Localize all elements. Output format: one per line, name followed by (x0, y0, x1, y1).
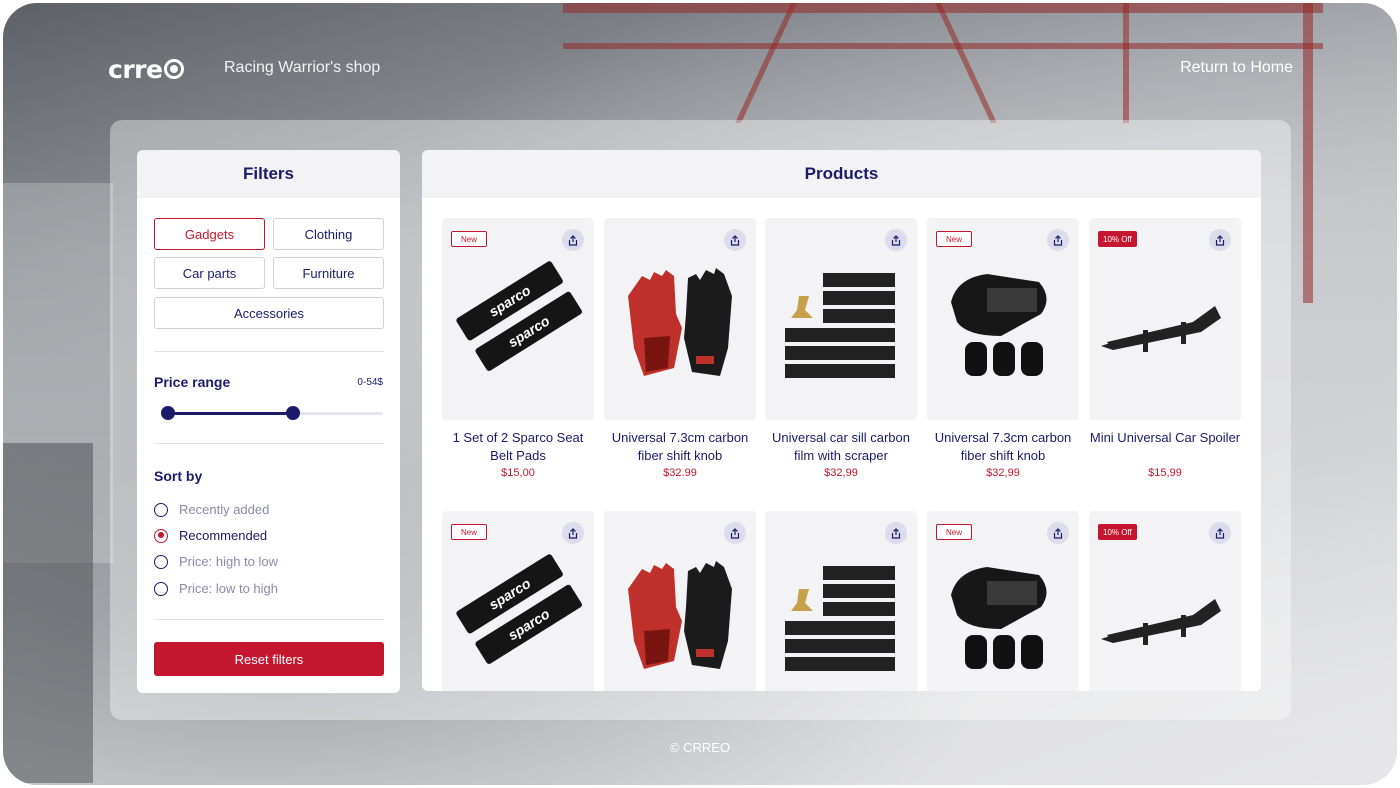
product-image[interactable] (604, 218, 756, 420)
divider (154, 351, 384, 352)
product-price: $32.99 (663, 467, 697, 479)
product-name[interactable]: Universal 7.3cm carbon fiber shift knob (927, 429, 1079, 465)
price-slider-max-handle[interactable] (285, 406, 300, 420)
share-icon[interactable] (885, 229, 907, 251)
reset-filters-button[interactable]: Reset filters (154, 642, 384, 676)
filters-panel: Filters Gadgets Clothing Car parts Furni… (137, 150, 400, 693)
category-gadgets-button[interactable]: Gadgets (154, 218, 265, 250)
top-bar: crre Racing Warrior's shop Return to Hom… (108, 55, 1293, 85)
products-title: Products (422, 150, 1261, 198)
product-image[interactable] (765, 511, 917, 691)
product-badge: 10% Off (1098, 231, 1137, 247)
share-icon[interactable] (724, 229, 746, 251)
product-card[interactable]: New Universal 7.3cm carbon fiber shift k… (927, 218, 1079, 479)
product-image[interactable]: sparco sparco New (442, 511, 594, 691)
category-clothing-button[interactable]: Clothing (273, 218, 384, 250)
product-name[interactable]: Universal 7.3cm carbon fiber shift knob (604, 429, 756, 465)
radio-button[interactable] (154, 528, 168, 543)
share-icon[interactable] (724, 522, 746, 544)
background-beam (1303, 3, 1313, 303)
product-price: $15,00 (501, 467, 535, 479)
product-image[interactable]: 10% Off (1089, 511, 1241, 691)
product-price: $32,99 (824, 467, 858, 479)
product-badge: 10% Off (1098, 524, 1137, 540)
background-shelf (3, 443, 93, 783)
price-range-label: Price range (154, 374, 231, 390)
product-badge: New (936, 524, 973, 540)
products-panel: Products sparco sparco New 1 Set of 2 Sp… (422, 150, 1261, 691)
share-icon[interactable] (1047, 229, 1069, 251)
product-price: $15,99 (1148, 467, 1182, 479)
product-name[interactable]: Universal car sill carbon film with scra… (765, 429, 917, 465)
sort-option-label: Price: high to low (179, 554, 278, 569)
share-icon[interactable] (562, 522, 584, 544)
product-card[interactable]: Universal 7.3cm carbon fiber shift knob … (604, 218, 756, 479)
product-card[interactable] (604, 511, 756, 691)
product-card[interactable]: sparco sparco New 1 Set of 2 Sparco Seat… (442, 218, 594, 479)
share-icon[interactable] (1209, 229, 1231, 251)
sort-option-recommended[interactable]: Recommended (154, 528, 267, 543)
product-image[interactable]: New (927, 511, 1079, 691)
product-price: $32,99 (986, 467, 1020, 479)
product-image[interactable] (765, 218, 917, 420)
product-card[interactable]: sparco sparco New (442, 511, 594, 691)
divider (154, 619, 384, 620)
product-card[interactable]: Universal car sill carbon film with scra… (765, 218, 917, 479)
sort-option-label: Recently added (179, 502, 270, 517)
sort-by-label: Sort by (154, 468, 203, 484)
product-badge: New (451, 524, 488, 540)
product-badge: New (451, 231, 488, 247)
radio-button[interactable] (154, 581, 168, 596)
sort-option-price-low-high[interactable]: Price: low to high (154, 581, 278, 596)
product-card[interactable]: New (927, 511, 1079, 691)
share-icon[interactable] (1209, 522, 1231, 544)
category-car-parts-button[interactable]: Car parts (154, 257, 265, 289)
product-badge: New (936, 231, 973, 247)
category-furniture-button[interactable]: Furniture (273, 257, 384, 289)
shop-title: Racing Warrior's shop (224, 59, 381, 76)
sort-option-label: Recommended (179, 528, 268, 543)
background-beam (563, 43, 1323, 49)
radio-button[interactable] (154, 502, 168, 517)
sort-option-recently-added[interactable]: Recently added (154, 502, 269, 517)
product-card[interactable]: 10% Off (1089, 511, 1241, 691)
product-image[interactable] (604, 511, 756, 691)
return-home-link[interactable]: Return to Home (1180, 59, 1293, 77)
product-name[interactable]: Mini Universal Car Spoiler (1089, 429, 1241, 465)
product-name[interactable]: 1 Set of 2 Sparco Seat Belt Pads (442, 429, 594, 465)
share-icon[interactable] (1047, 522, 1069, 544)
divider (154, 443, 384, 444)
product-image[interactable]: sparco sparco New (442, 218, 594, 420)
price-range-value: 0-54$ (357, 377, 383, 388)
logo-text: crre (108, 54, 163, 84)
price-slider-min-handle[interactable] (161, 406, 175, 420)
filters-title: Filters (137, 150, 400, 198)
brand-logo[interactable]: crre (108, 54, 185, 84)
sort-option-label: Price: low to high (179, 581, 278, 596)
price-slider-fill (168, 412, 293, 415)
share-icon[interactable] (562, 229, 584, 251)
sort-option-price-high-low[interactable]: Price: high to low (154, 554, 278, 569)
product-image[interactable]: New (927, 218, 1079, 420)
product-card[interactable] (765, 511, 917, 691)
category-accessories-button[interactable]: Accessories (154, 297, 384, 329)
share-icon[interactable] (885, 522, 907, 544)
radio-button[interactable] (154, 554, 168, 569)
product-image[interactable]: 10% Off (1089, 218, 1241, 420)
product-card[interactable]: 10% Off Mini Universal Car Spoiler $15,9… (1089, 218, 1241, 479)
footer-copyright: © CRREO (669, 740, 731, 755)
logo-mark-icon (164, 59, 185, 79)
